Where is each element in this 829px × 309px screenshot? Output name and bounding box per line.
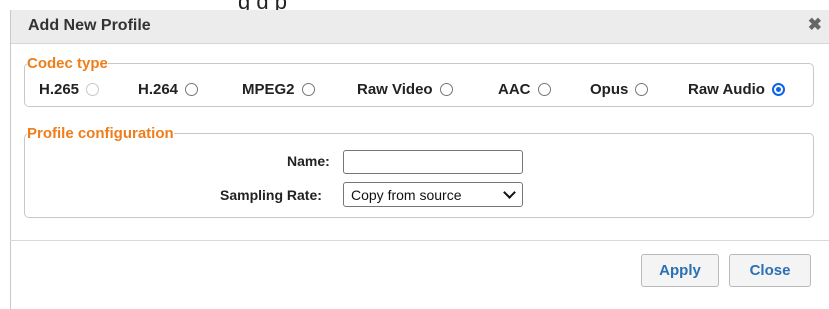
apply-button[interactable]: Apply [641, 254, 719, 287]
radio-aac[interactable]: AAC [498, 81, 551, 98]
profile-configuration-legend: Profile configuration [27, 125, 174, 142]
name-label: Name: [287, 153, 330, 169]
close-button[interactable]: Close [729, 254, 811, 287]
radio-button[interactable] [635, 83, 649, 96]
radio-opus[interactable]: Opus [590, 81, 649, 98]
radio-label: Raw Audio [688, 81, 765, 98]
radio-button[interactable] [439, 83, 453, 96]
dialog-title: Add New Profile [28, 17, 151, 34]
radio-mpeg2[interactable]: MPEG2 [242, 81, 315, 98]
codec-type-legend: Codec type [27, 55, 108, 72]
radio-h264[interactable]: H.264 [138, 81, 199, 98]
footer-divider [10, 240, 829, 241]
radio-label: AAC [498, 81, 531, 98]
name-field[interactable] [343, 150, 523, 174]
sampling-rate-value: Copy from source [351, 187, 462, 203]
close-icon[interactable]: ✖ [808, 15, 822, 35]
radio-button [86, 83, 100, 96]
radio-label: H.265 [39, 81, 80, 98]
radio-label: MPEG2 [242, 81, 295, 98]
sampling-rate-label: Sampling Rate: [220, 187, 322, 203]
dialog-titlebar: Add New Profile ✖ [11, 10, 829, 44]
radio-raw-video[interactable]: Raw Video [357, 81, 453, 98]
radio-button[interactable] [771, 83, 785, 96]
radio-h265: H.265 [39, 81, 100, 98]
radio-label: H.264 [138, 81, 179, 98]
radio-raw-audio[interactable]: Raw Audio [688, 81, 785, 98]
radio-button[interactable] [537, 83, 551, 96]
radio-label: Opus [590, 81, 629, 98]
radio-button[interactable] [301, 83, 315, 96]
radio-label: Raw Video [357, 81, 433, 98]
radio-button[interactable] [185, 83, 199, 96]
chevron-down-icon [503, 186, 516, 199]
sampling-rate-select[interactable]: Copy from source [343, 182, 523, 207]
